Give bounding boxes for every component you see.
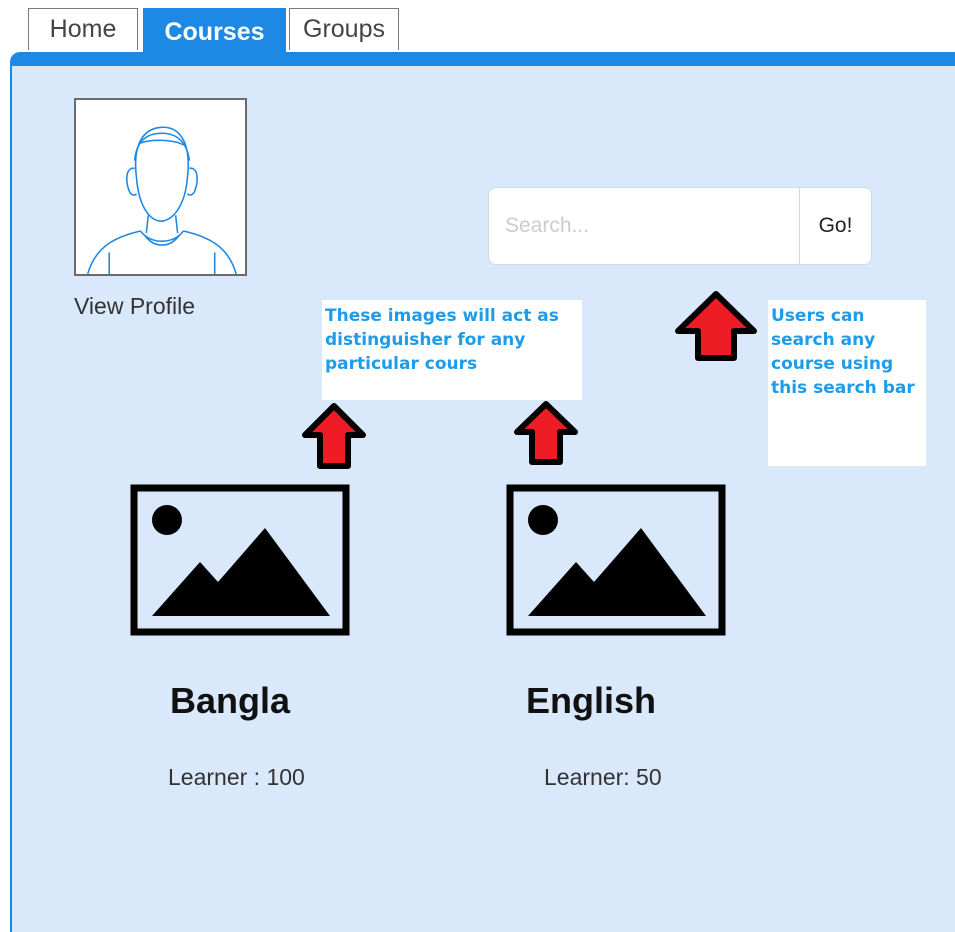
person-avatar-icon[interactable]	[74, 98, 247, 276]
images-annotation-note: These images will act as distinguisher f…	[322, 300, 582, 400]
course-learners-bangla: Learner : 100	[168, 764, 305, 790]
tab-courses[interactable]: Courses	[143, 8, 286, 56]
course-title-english[interactable]: English	[526, 680, 656, 722]
image-placeholder-icon[interactable]	[130, 484, 350, 636]
search-bar: Go!	[488, 187, 872, 265]
search-go-button[interactable]: Go!	[799, 188, 871, 264]
tab-bar: Home Courses Groups	[0, 0, 955, 60]
course-learners-english: Learner: 50	[544, 764, 662, 790]
view-profile-link[interactable]: View Profile	[74, 293, 264, 320]
tab-home[interactable]: Home	[28, 8, 138, 50]
arrow-up-icon	[675, 291, 757, 361]
course-title-bangla[interactable]: Bangla	[170, 680, 290, 722]
arrow-up-icon	[302, 403, 366, 469]
tab-groups[interactable]: Groups	[289, 8, 399, 50]
search-annotation-note: Users can search any course using this s…	[768, 300, 926, 466]
arrow-up-icon	[514, 401, 578, 465]
image-placeholder-icon[interactable]	[506, 484, 726, 636]
search-input[interactable]	[489, 188, 799, 264]
